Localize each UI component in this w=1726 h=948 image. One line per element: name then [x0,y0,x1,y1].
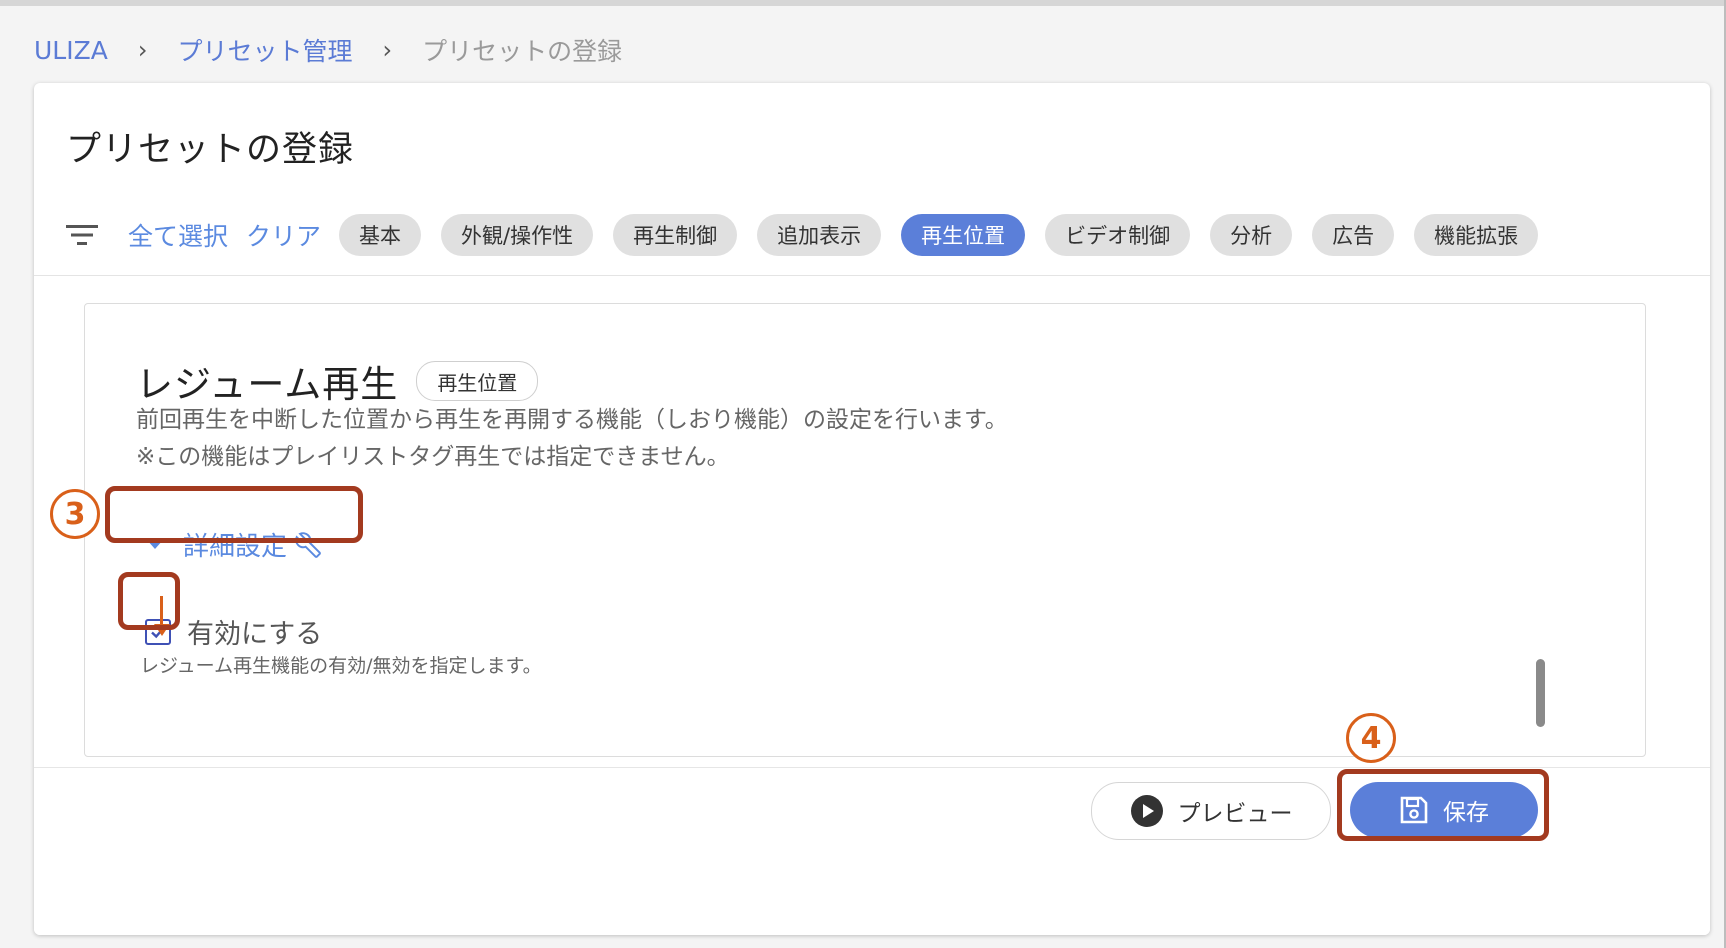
chip-ads[interactable]: 広告 [1312,214,1395,256]
chip-basic[interactable]: 基本 [339,214,422,256]
page-title: プリセットの登録 [66,130,355,170]
filter-icon[interactable] [66,220,104,250]
breadcrumb: ULIZA › プリセット管理 › プリセットの登録 [34,30,622,70]
filter-divider [34,275,1710,276]
section-description: 前回再生を中断した位置から再生を再開する機能（しおり機能）の設定を行います。 ※… [136,402,1008,476]
step-3-number: 3 [64,496,86,532]
scrollbar-thumb[interactable] [1536,659,1545,727]
chip-extensions[interactable]: 機能拡張 [1414,214,1539,256]
select-all-button[interactable]: 全て選択 [128,217,228,253]
highlight-enable-checkbox [118,572,180,630]
breadcrumb-current: プリセットの登録 [422,37,623,66]
description-line-2: ※この機能はプレイリストタグ再生では指定できません。 [136,444,730,470]
clear-button[interactable]: クリア [246,217,321,253]
step-4-number: 4 [1360,720,1382,756]
chip-additional-display[interactable]: 追加表示 [757,214,882,256]
step-4-badge: 4 [1346,713,1396,763]
chip-playback-position[interactable]: 再生位置 [901,214,1026,256]
section-category-tag: 再生位置 [416,361,539,401]
description-line-1: 前回再生を中断した位置から再生を再開する機能（しおり機能）の設定を行います。 [136,407,1008,433]
preview-label: プレビュー [1177,801,1293,827]
highlight-detail-settings [105,486,363,543]
category-filter-bar: 全て選択 クリア 基本 外観/操作性 再生制御 追加表示 再生位置 ビデオ制御 … [66,213,1558,257]
chip-analytics[interactable]: 分析 [1210,214,1293,256]
preview-button[interactable]: プレビュー [1091,782,1331,840]
chip-video-control[interactable]: ビデオ制御 [1045,214,1191,256]
play-circle-icon [1130,794,1164,828]
enable-checkbox-hint: レジューム再生機能の有効/無効を指定します。 [140,655,542,677]
breadcrumb-separator: › [137,36,148,64]
step-3-badge: 3 [50,489,100,539]
highlight-save-button [1337,769,1549,841]
chip-playback-control[interactable]: 再生制御 [613,214,738,256]
section-title: レジューム再生 [136,363,399,406]
breadcrumb-link-preset-management[interactable]: プリセット管理 [177,32,352,68]
chip-appearance[interactable]: 外観/操作性 [441,214,594,256]
breadcrumb-separator: › [382,36,393,64]
enable-checkbox-label: 有効にする [187,619,323,650]
top-border [0,0,1726,6]
section-header: レジューム再生 再生位置 [136,354,539,408]
breadcrumb-link-home[interactable]: ULIZA [34,36,108,65]
